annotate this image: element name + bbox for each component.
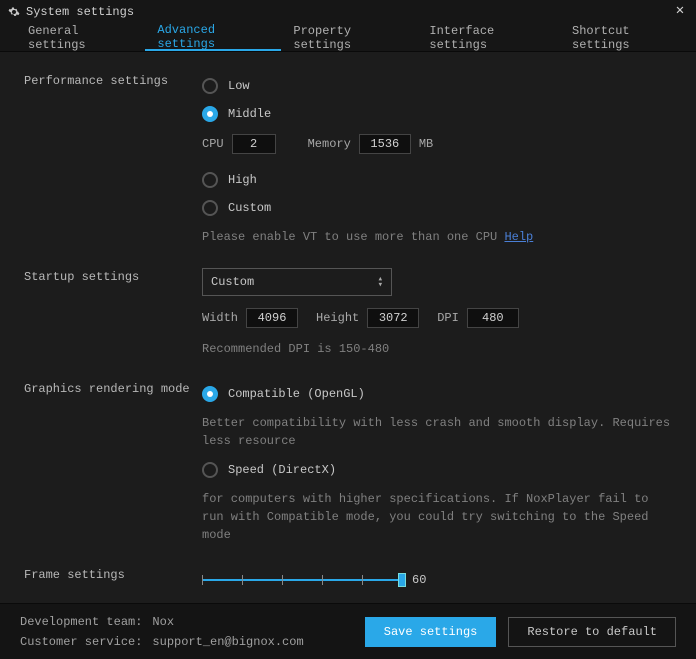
- section-startup: Startup settings Custom ▴▾ Width Height …: [24, 268, 672, 362]
- tab-property[interactable]: Property settings: [281, 24, 417, 51]
- width-label: Width: [202, 311, 238, 325]
- performance-label: Performance settings: [24, 72, 202, 250]
- radio-perf-middle-label: Middle: [228, 107, 271, 121]
- footer: Development team: Nox Customer service: …: [0, 603, 696, 659]
- frame-label: Frame settings: [24, 566, 202, 608]
- dev-label: Development team:: [20, 615, 142, 629]
- tab-advanced[interactable]: Advanced settings: [145, 24, 281, 51]
- cpu-label: CPU: [202, 137, 224, 151]
- radio-perf-high-label: High: [228, 173, 257, 187]
- content: Performance settings Low Middle CPU Memo…: [0, 52, 696, 608]
- window-title: System settings: [26, 5, 672, 19]
- radio-gfx-compat[interactable]: [202, 386, 218, 402]
- cs-value: support_en@bignox.com: [152, 635, 303, 649]
- height-input[interactable]: [367, 308, 419, 328]
- section-performance: Performance settings Low Middle CPU Memo…: [24, 72, 672, 250]
- dev-value: Nox: [152, 615, 174, 629]
- dpi-note: Recommended DPI is 150-480: [202, 340, 672, 358]
- frame-value: 60: [412, 573, 426, 587]
- radio-gfx-compat-label: Compatible (OpenGL): [228, 387, 365, 401]
- height-label: Height: [316, 311, 359, 325]
- vt-note: Please enable VT to use more than one CP…: [202, 228, 672, 246]
- help-link[interactable]: Help: [504, 230, 533, 244]
- startup-select[interactable]: Custom ▴▾: [202, 268, 392, 296]
- width-input[interactable]: [246, 308, 298, 328]
- graphics-label: Graphics rendering mode: [24, 380, 202, 548]
- slider-handle[interactable]: [398, 573, 406, 587]
- radio-perf-middle[interactable]: [202, 106, 218, 122]
- memory-input[interactable]: [359, 134, 411, 154]
- close-icon[interactable]: ✕: [672, 4, 688, 20]
- radio-gfx-speed-label: Speed (DirectX): [228, 463, 336, 477]
- section-graphics: Graphics rendering mode Compatible (Open…: [24, 380, 672, 548]
- chevron-updown-icon: ▴▾: [378, 276, 383, 288]
- radio-perf-high[interactable]: [202, 172, 218, 188]
- tab-general[interactable]: General settings: [16, 24, 145, 51]
- gear-icon: [8, 6, 20, 18]
- radio-perf-low-label: Low: [228, 79, 250, 93]
- cs-label: Customer service:: [20, 635, 142, 649]
- startup-label: Startup settings: [24, 268, 202, 362]
- radio-perf-custom-label: Custom: [228, 201, 271, 215]
- restore-button[interactable]: Restore to default: [508, 617, 676, 647]
- dpi-label: DPI: [437, 311, 459, 325]
- save-button[interactable]: Save settings: [365, 617, 497, 647]
- tab-interface[interactable]: Interface settings: [417, 24, 560, 51]
- radio-perf-low[interactable]: [202, 78, 218, 94]
- speed-note: for computers with higher specifications…: [202, 490, 672, 544]
- dpi-input[interactable]: [467, 308, 519, 328]
- radio-perf-custom[interactable]: [202, 200, 218, 216]
- cpu-input[interactable]: [232, 134, 276, 154]
- section-frame: Frame settings 60 60 FPS: recommended fo…: [24, 566, 672, 608]
- radio-gfx-speed[interactable]: [202, 462, 218, 478]
- memory-unit: MB: [419, 137, 433, 151]
- compat-note: Better compatibility with less crash and…: [202, 414, 672, 450]
- tab-shortcut[interactable]: Shortcut settings: [560, 24, 696, 51]
- titlebar: System settings ✕: [0, 0, 696, 24]
- startup-select-value: Custom: [211, 275, 254, 289]
- memory-label: Memory: [308, 137, 351, 151]
- tabs: General settings Advanced settings Prope…: [0, 24, 696, 52]
- frame-slider[interactable]: [202, 570, 402, 590]
